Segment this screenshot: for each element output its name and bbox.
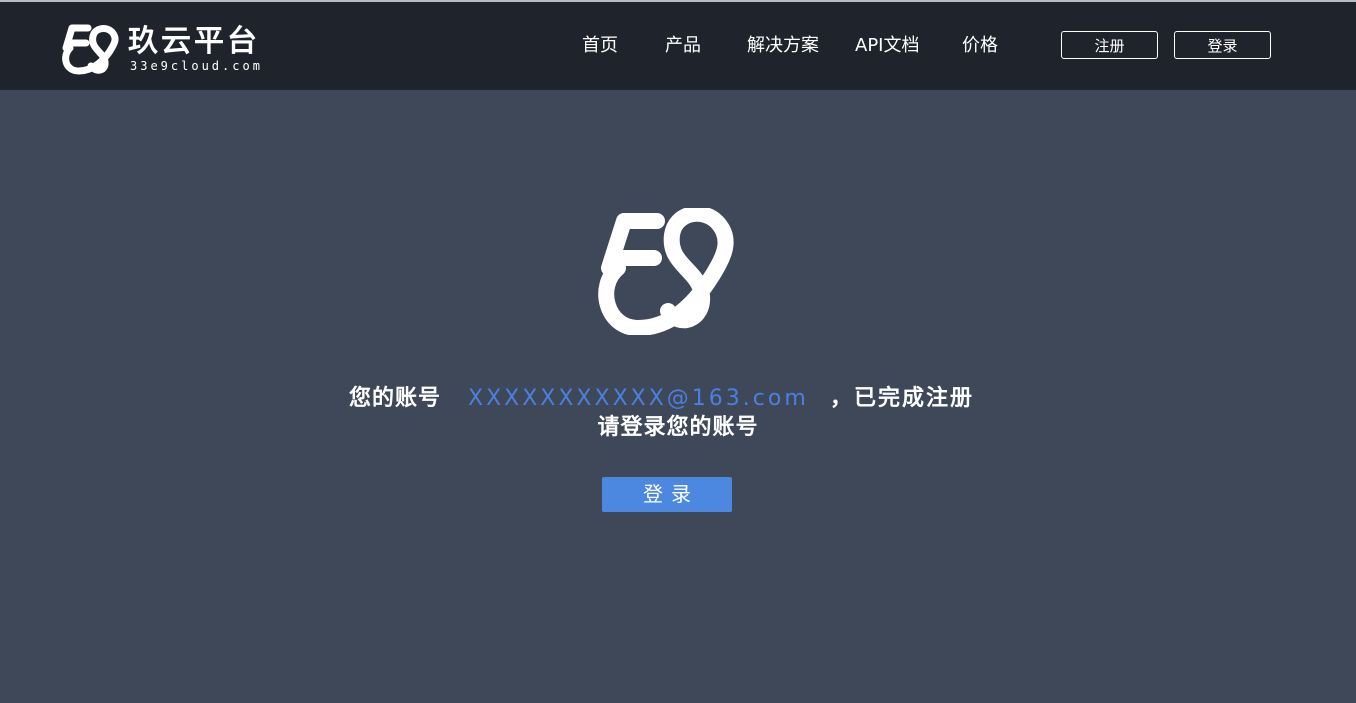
header-login-button[interactable]: 登录: [1174, 31, 1271, 59]
registration-complete-text: ，已完成注册: [830, 386, 975, 411]
site-header: 玖云平台 33e9cloud.com 首页 产品 解决方案 API文档 价格 注…: [0, 2, 1356, 90]
large-brand-logo-icon: [598, 208, 734, 335]
nav-pricing[interactable]: 价格: [962, 34, 998, 58]
login-instruction: 请登录您的账号: [597, 415, 759, 440]
brand-link[interactable]: 玖云平台 33e9cloud.com: [62, 24, 287, 76]
nav-home[interactable]: 首页: [582, 34, 618, 58]
nav-solutions[interactable]: 解决方案: [747, 34, 819, 58]
brand-domain: 33e9cloud.com: [130, 59, 263, 73]
brand-logo-icon: [62, 24, 119, 75]
login-button[interactable]: 登录: [602, 477, 732, 512]
registration-complete-page: 玖云平台 33e9cloud.com 首页 产品 解决方案 API文档 价格 注…: [0, 0, 1356, 703]
account-email: XXXXXXXXXXX@163.com: [468, 386, 809, 411]
nav-products[interactable]: 产品: [665, 34, 701, 58]
account-prefix: 您的账号: [349, 386, 442, 411]
nav-api-docs[interactable]: API文档: [855, 34, 919, 58]
brand-name: 玖云平台: [128, 24, 260, 59]
register-button[interactable]: 注册: [1061, 31, 1158, 59]
